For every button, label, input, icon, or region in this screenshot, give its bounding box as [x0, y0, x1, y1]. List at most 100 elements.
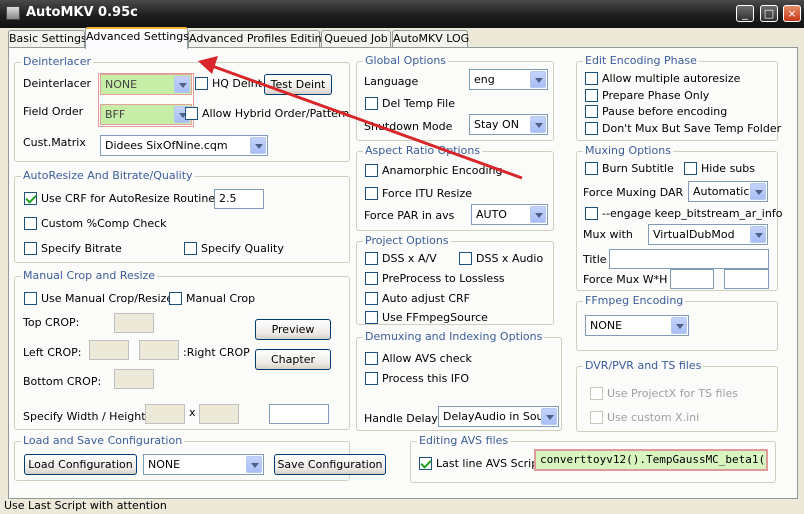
configuration-select[interactable]: NONE — [143, 454, 264, 475]
burn-subtitle-checkbox[interactable]: Burn Subtitle — [585, 162, 674, 175]
force-mux-width-input[interactable] — [670, 269, 714, 289]
process-ifo-label: Process this IFO — [382, 372, 470, 385]
prepare-phase-only-checkbox[interactable]: Prepare Phase Only — [585, 89, 709, 102]
auto-adjust-crf-checkbox[interactable]: Auto adjust CRF — [365, 292, 470, 305]
top-crop-label: Top CROP: — [23, 316, 80, 329]
preprocess-lossless-checkbox[interactable]: PreProcess to Lossless — [365, 272, 505, 285]
hide-subs-checkbox[interactable]: Hide subs — [684, 162, 755, 175]
chevron-down-icon — [750, 183, 766, 200]
last-line-avs-checkbox[interactable]: Last line AVS Script — [419, 457, 543, 470]
tab-queued-job[interactable]: Queued Job — [321, 30, 391, 48]
use-crf-checkbox[interactable]: Use CRF for AutoResize Routines — [24, 192, 221, 205]
mux-with-select[interactable]: VirtualDubMod — [648, 224, 768, 245]
allow-avs-check-checkbox[interactable]: Allow AVS check — [365, 352, 472, 365]
use-projectx-label: Use ProjectX for TS files — [607, 387, 739, 400]
del-temp-file-checkbox[interactable]: Del Temp File — [365, 97, 455, 110]
burn-subtitle-label: Burn Subtitle — [602, 162, 674, 175]
checkbox-box — [585, 207, 598, 220]
test-deint-button[interactable]: Test Deint — [264, 74, 332, 95]
checkbox-box — [24, 292, 37, 305]
process-ifo-checkbox[interactable]: Process this IFO — [365, 372, 469, 385]
checkbox-box — [24, 192, 37, 205]
use-projectx-checkbox[interactable]: Use ProjectX for TS files — [590, 387, 738, 400]
language-value: eng — [474, 73, 495, 86]
group-title: Load and Save Configuration — [21, 434, 185, 447]
tab-advanced-settings[interactable]: Advanced Settings — [85, 27, 189, 49]
checkbox-box — [184, 242, 197, 255]
dss-audio-checkbox[interactable]: DSS x Audio — [459, 252, 543, 265]
force-muxing-dar-select[interactable]: Automatic — [688, 181, 768, 202]
language-select[interactable]: eng — [469, 69, 548, 90]
title-bar: AutoMKV 0.95c _ □ × — [0, 0, 804, 28]
tab-basic-settings[interactable]: Basic Settings — [8, 30, 87, 48]
preview-button[interactable]: Preview — [255, 319, 331, 340]
save-configuration-button[interactable]: Save Configuration — [274, 454, 386, 475]
tab-advanced-profiles-editing[interactable]: Advanced Profiles Editing — [188, 30, 329, 48]
shutdown-mode-select[interactable]: Stay ON — [469, 114, 548, 135]
width-input[interactable] — [145, 404, 185, 424]
maximize-button[interactable]: □ — [760, 5, 778, 22]
use-crf-label: Use CRF for AutoResize Routines — [41, 192, 221, 205]
left-crop-input[interactable] — [89, 340, 129, 360]
right-crop-label: :Right CROP — [183, 346, 250, 359]
right-crop-input[interactable] — [139, 340, 179, 360]
cust-matrix-select[interactable]: Didees SixOfNine.cqm — [100, 135, 268, 156]
chevron-down-icon — [750, 226, 766, 243]
hide-subs-label: Hide subs — [701, 162, 755, 175]
ffmpeg-encoding-value: NONE — [590, 319, 623, 332]
chevron-down-icon — [530, 71, 546, 88]
chevron-down-icon — [541, 408, 557, 425]
force-muxing-dar-value: Automatic — [693, 185, 750, 198]
use-ffmpegsource-checkbox[interactable]: Use FFmpegSource — [365, 311, 488, 324]
manual-crop-label: Manual Crop — [186, 292, 256, 305]
cust-matrix-value: Didees SixOfNine.cqm — [105, 139, 228, 152]
checkbox-box — [365, 252, 378, 265]
size-input[interactable] — [269, 404, 329, 424]
last-line-avs-label: Last line AVS Script — [436, 457, 543, 470]
top-crop-input[interactable] — [114, 313, 154, 333]
bottom-crop-input[interactable] — [114, 369, 154, 389]
force-mux-height-input[interactable] — [724, 269, 769, 289]
group-title: Demuxing and Indexing Options — [363, 330, 545, 343]
checkbox-box — [590, 411, 603, 424]
ffmpeg-encoding-select[interactable]: NONE — [585, 315, 689, 336]
engage-keep-ar-label: --engage keep_bitstream_ar_info — [602, 207, 783, 220]
avs-script-input[interactable]: converttoyv12().TempGaussMC_beta1() — [534, 449, 768, 471]
hq-deint-checkbox[interactable]: HQ Deint — [195, 77, 262, 90]
dont-mux-checkbox[interactable]: Don't Mux But Save Temp Folder — [585, 122, 781, 135]
engage-keep-ar-checkbox[interactable]: --engage keep_bitstream_ar_info — [585, 207, 782, 220]
chapter-button[interactable]: Chapter — [255, 349, 331, 370]
manual-crop-checkbox[interactable]: Manual Crop — [169, 292, 255, 305]
chevron-down-icon — [246, 456, 262, 473]
minimize-button[interactable]: _ — [736, 5, 754, 22]
dss-av-checkbox[interactable]: DSS x A/V — [365, 252, 437, 265]
specify-quality-checkbox[interactable]: Specify Quality — [184, 242, 284, 255]
height-input[interactable] — [199, 404, 239, 424]
specify-bitrate-checkbox[interactable]: Specify Bitrate — [24, 242, 122, 255]
force-par-select[interactable]: AUTO — [471, 204, 548, 225]
field-order-select[interactable]: BFF — [100, 104, 192, 125]
title-input[interactable] — [609, 249, 769, 269]
use-manual-crop-checkbox[interactable]: Use Manual Crop/Resize — [24, 292, 173, 305]
tab-automkv-log[interactable]: AutoMKV LOG — [392, 30, 469, 48]
custom-comp-label: Custom %Comp Check — [41, 217, 167, 230]
hybrid-order-checkbox[interactable]: Allow Hybrid Order/Pattern — [185, 107, 349, 120]
anamorphic-encoding-checkbox[interactable]: Anamorphic Encoding — [365, 164, 502, 177]
force-itu-resize-checkbox[interactable]: Force ITU Resize — [365, 187, 472, 200]
custom-comp-checkbox[interactable]: Custom %Comp Check — [24, 217, 167, 230]
pause-before-encoding-checkbox[interactable]: Pause before encoding — [585, 105, 727, 118]
close-button[interactable]: × — [783, 5, 801, 22]
checkbox-box — [419, 457, 432, 470]
use-custom-xini-checkbox[interactable]: Use custom X.ini — [590, 411, 699, 424]
use-manual-crop-label: Use Manual Crop/Resize — [41, 292, 174, 305]
crf-value-input[interactable]: 2.5 — [214, 189, 264, 209]
group-title: Project Options — [363, 234, 451, 247]
load-configuration-button[interactable]: Load Configuration — [24, 454, 137, 475]
use-ffmpegsource-label: Use FFmpegSource — [382, 311, 488, 324]
pause-before-encoding-label: Pause before encoding — [602, 105, 728, 118]
checkbox-box — [590, 387, 603, 400]
deinterlacer-select[interactable]: NONE — [100, 74, 192, 95]
field-order-value: BFF — [105, 108, 126, 121]
allow-multiple-autoresize-checkbox[interactable]: Allow multiple autoresize — [585, 72, 740, 85]
handle-delay-select[interactable]: DelayAudio in Sound — [438, 406, 559, 427]
